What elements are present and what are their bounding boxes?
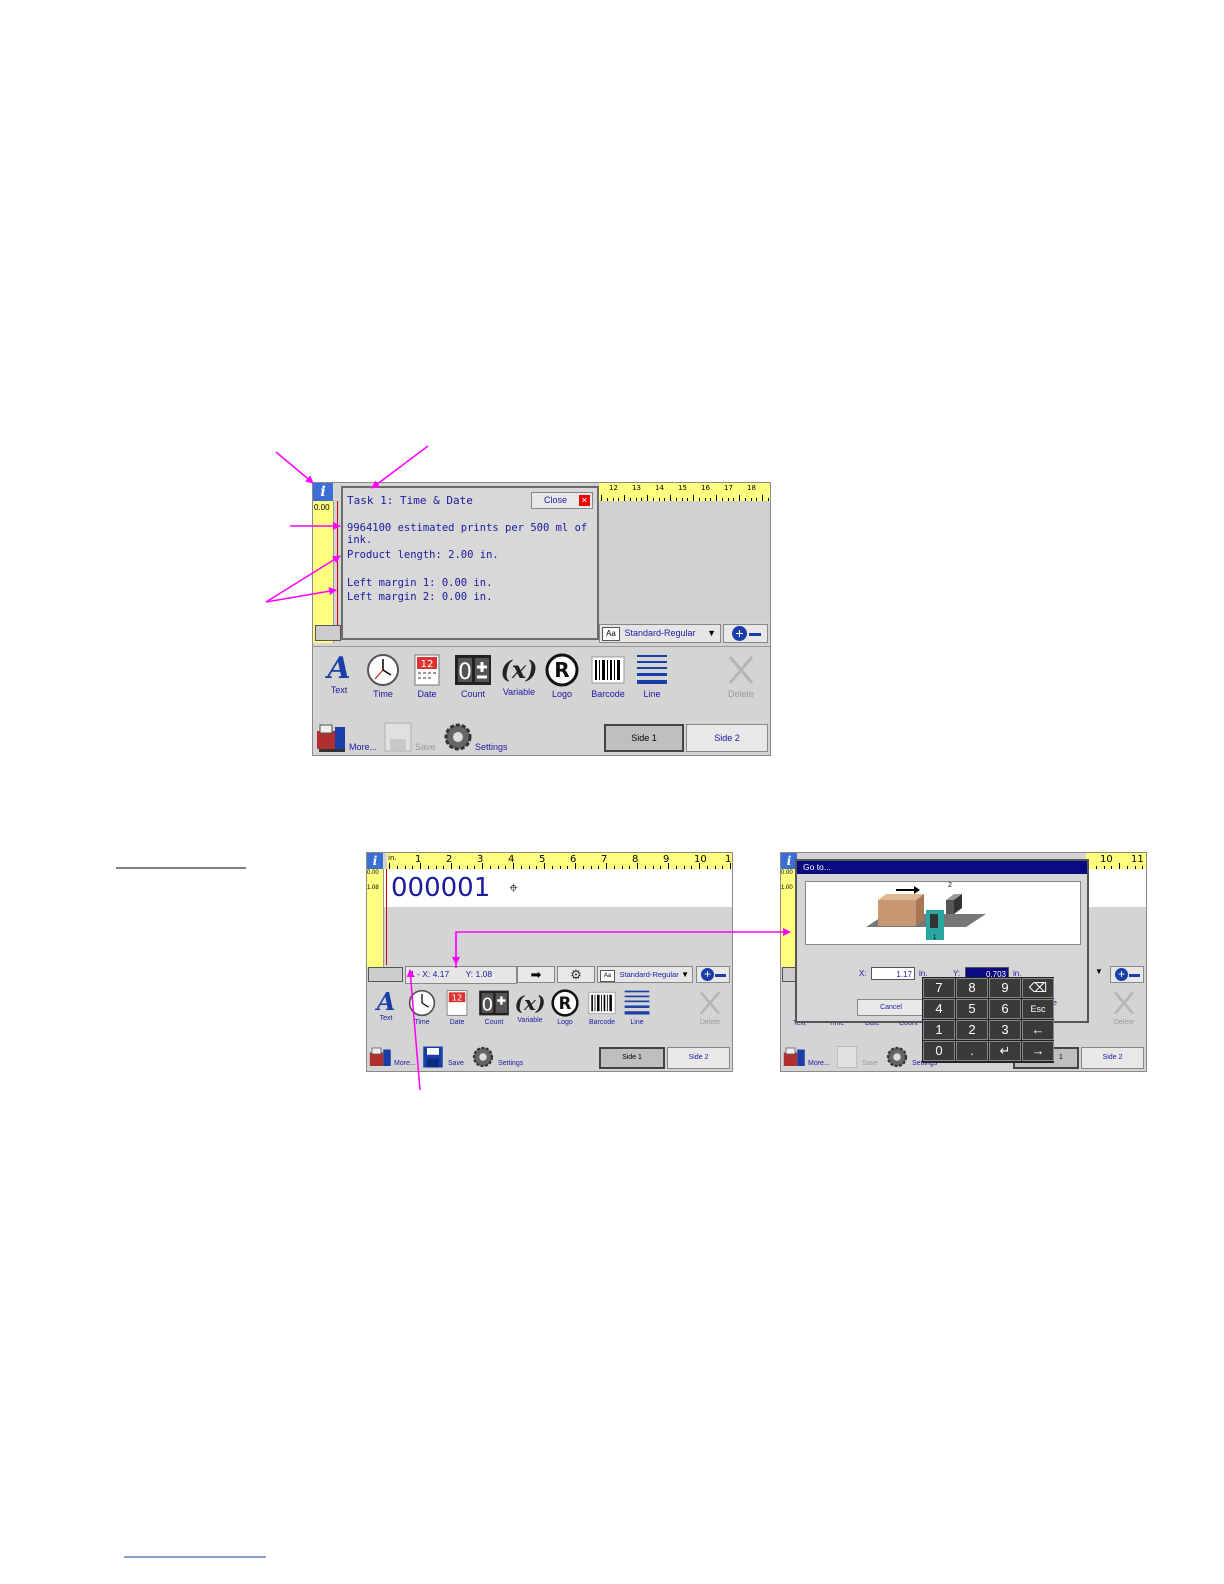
callout-arrows: [116, 445, 791, 1558]
callout-position-readout: [406, 969, 421, 1091]
callout-panel-title: [371, 445, 429, 489]
callout-goto-link: [455, 928, 791, 968]
callout-info-button: [275, 451, 314, 484]
